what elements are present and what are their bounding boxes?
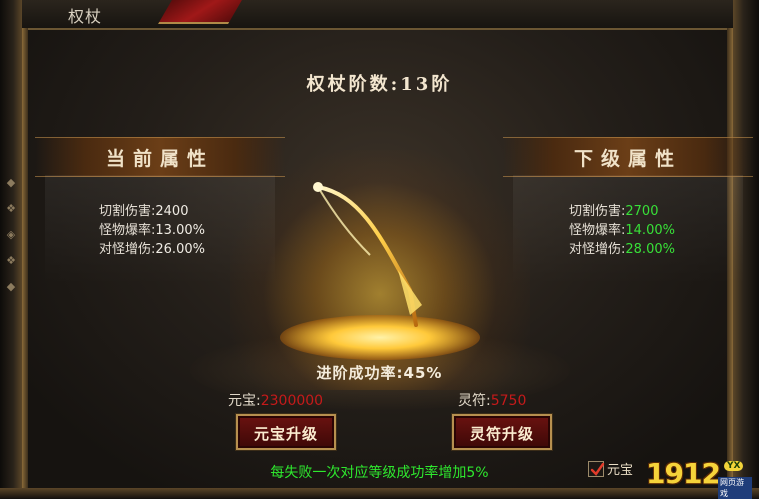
next-attr-row: 切割伤害:2700	[569, 202, 675, 221]
attr-value: 2400	[155, 204, 189, 219]
attr-value: 28.00%	[625, 242, 675, 257]
checkmark-icon	[590, 462, 605, 476]
attr-name: 怪物爆率:	[99, 223, 156, 238]
current-attr-header: 当前属性	[35, 137, 285, 177]
next-attr-list: 切割伤害:2700 怪物爆率:14.00% 对怪增伤:28.00%	[569, 202, 675, 259]
attr-value: 13.00%	[155, 223, 205, 238]
lingfu-cost-label: 灵符:	[458, 393, 491, 409]
current-attr-panel: 切割伤害:2400 怪物爆率:13.00% 对怪增伤:26.00%	[45, 175, 275, 285]
current-attr-row: 对怪增伤:26.00%	[99, 240, 205, 259]
side-ornament: ◆ ❖ ◈ ❖ ◆	[6, 176, 16, 293]
stage-title: 权杖阶数:13阶	[306, 74, 453, 95]
next-attr-panel: 切割伤害:2700 怪物爆率:14.00% 对怪增伤:28.00%	[513, 175, 743, 285]
logo-sub: 网页游戏	[718, 477, 752, 499]
auto-yuanbao-option[interactable]: 元宝	[588, 458, 633, 478]
top-border	[0, 0, 759, 30]
lingfu-cost: 灵符:5750	[458, 390, 526, 410]
window-title: 权杖	[68, 7, 103, 26]
next-attr-header: 下级属性	[503, 137, 753, 177]
attr-value: 2700	[625, 204, 659, 219]
auto-yuanbao-checkbox[interactable]	[588, 460, 605, 477]
site-logo: 1912 YX 网页游戏	[640, 457, 752, 499]
yuanbao-cost: 元宝:2300000	[228, 390, 323, 410]
lingfu-cost-value: 5750	[490, 393, 527, 409]
yuanbao-cost-value: 2300000	[260, 393, 324, 409]
attr-value: 26.00%	[155, 242, 205, 257]
yuanbao-upgrade-button[interactable]: 元宝升级	[236, 414, 336, 450]
logo-digits: 1912	[646, 457, 721, 490]
current-attr-list: 切割伤害:2400 怪物爆率:13.00% 对怪增伤:26.00%	[99, 202, 205, 259]
attr-name: 对怪增伤:	[99, 242, 156, 257]
attr-name: 切割伤害:	[569, 204, 626, 219]
yuanbao-cost-label: 元宝:	[228, 393, 261, 409]
next-attr-row: 怪物爆率:14.00%	[569, 221, 675, 240]
top-banner	[158, 0, 242, 24]
attr-name: 怪物爆率:	[569, 223, 626, 238]
attr-name: 对怪增伤:	[569, 242, 626, 257]
attr-value: 14.00%	[625, 223, 675, 238]
left-border-trim	[22, 28, 28, 498]
success-rate: 进阶成功率:45%	[316, 364, 443, 382]
logo-badge: YX	[724, 461, 744, 471]
lingfu-upgrade-button[interactable]: 灵符升级	[452, 414, 552, 450]
scepter-icon	[313, 182, 422, 327]
auto-yuanbao-label: 元宝	[607, 463, 634, 478]
next-attr-header-label: 下级属性	[573, 148, 682, 170]
next-attr-row: 对怪增伤:28.00%	[569, 240, 675, 259]
attr-name: 切割伤害:	[99, 204, 156, 219]
current-attr-header-label: 当前属性	[105, 148, 214, 170]
current-attr-row: 怪物爆率:13.00%	[99, 221, 205, 240]
current-attr-row: 切割伤害:2400	[99, 202, 205, 221]
